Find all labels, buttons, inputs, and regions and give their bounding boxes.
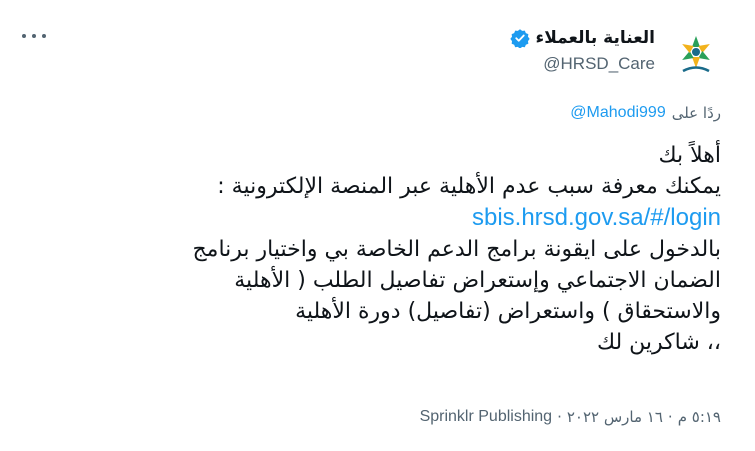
reply-prefix: ردًا على bbox=[671, 104, 721, 122]
dot bbox=[32, 34, 36, 38]
reply-context: ردًا على @Mahodi999 bbox=[570, 104, 721, 122]
tweet-text: أهلاً بك يمكنك معرفة سبب عدم الأهلية عبر… bbox=[31, 140, 721, 358]
meta-separator: · bbox=[557, 408, 562, 426]
tweet: العناية بالعملاء @HRSD_Care ردًا على @Ma… bbox=[0, 0, 755, 451]
dot bbox=[42, 34, 46, 38]
tweet-meta: ٥:١٩ م · ١٦ مارس ٢٠٢٢ · Sprinklr Publish… bbox=[420, 408, 721, 426]
more-options-icon[interactable] bbox=[22, 28, 46, 44]
hrsd-logo-icon bbox=[682, 36, 710, 73]
author-name-row[interactable]: العناية بالعملاء bbox=[509, 28, 655, 48]
tweet-source[interactable]: Sprinklr Publishing bbox=[420, 408, 553, 426]
tweet-line: يمكنك معرفة سبب عدم الأهلية عبر المنصة ا… bbox=[217, 174, 721, 199]
tweet-line: الضمان الاجتماعي وإستعراض تفاصيل الطلب (… bbox=[234, 268, 721, 293]
display-name[interactable]: العناية بالعملاء bbox=[536, 28, 655, 48]
tweet-line: ،، شاكرين لك bbox=[596, 330, 721, 355]
tweet-link[interactable]: sbis.hrsd.gov.sa/#/login bbox=[472, 204, 721, 231]
meta-separator: · bbox=[667, 408, 673, 426]
tweet-date[interactable]: ١٦ مارس ٢٠٢٢ bbox=[567, 408, 663, 426]
reply-to-link[interactable]: @Mahodi999 bbox=[570, 104, 665, 122]
tweet-time[interactable]: ٥:١٩ م bbox=[678, 408, 721, 426]
dot bbox=[22, 34, 26, 38]
avatar[interactable] bbox=[671, 29, 721, 79]
tweet-line: بالدخول على ايقونة برامج الدعم الخاصة بي… bbox=[192, 237, 721, 262]
verified-badge-icon bbox=[509, 29, 530, 48]
author-handle[interactable]: @HRSD_Care bbox=[543, 54, 655, 74]
tweet-line: والاستحقاق ) واستعراض (تفاصيل) دورة الأه… bbox=[295, 299, 721, 324]
tweet-line: أهلاً بك bbox=[658, 143, 722, 168]
